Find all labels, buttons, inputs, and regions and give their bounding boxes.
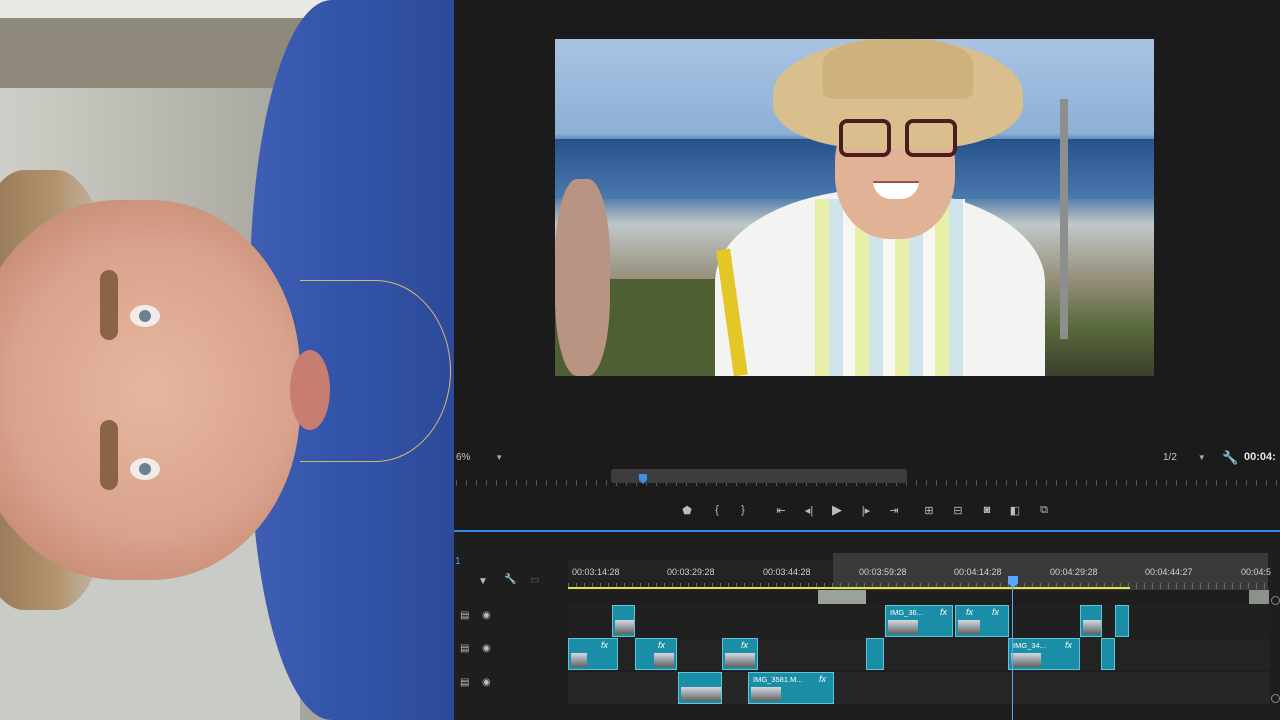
go-to-in-icon[interactable]: ⇤ bbox=[772, 501, 790, 519]
zoom-select[interactable]: 6% ▼ bbox=[456, 452, 503, 463]
timecode-display: 00:04: bbox=[1244, 451, 1276, 463]
fx-badge: fx bbox=[819, 674, 827, 684]
resolution-select[interactable]: 1/2 ▼ bbox=[1163, 452, 1206, 463]
film-icon[interactable]: ▤ bbox=[460, 610, 469, 621]
timecode-label: 00:03:29:28 bbox=[667, 567, 715, 577]
wrench-icon[interactable]: 🔧 bbox=[1222, 450, 1238, 466]
eye bbox=[130, 458, 160, 480]
timecode-label: 00:04:44:27 bbox=[1145, 567, 1193, 577]
step-forward-icon[interactable]: |▸ bbox=[857, 501, 875, 519]
video-glasses-right bbox=[905, 119, 957, 157]
film-icon[interactable]: ▤ bbox=[460, 677, 469, 688]
track-header-v2: ▤ ◉ bbox=[456, 638, 568, 670]
timeline-clip[interactable] bbox=[1080, 605, 1102, 637]
video-pole bbox=[1060, 99, 1068, 339]
timeline-clip[interactable]: IMG_36... fx bbox=[885, 605, 953, 637]
extract-icon[interactable]: ⊟ bbox=[949, 501, 967, 519]
timeline-clip[interactable] bbox=[866, 638, 884, 670]
timecode-label: 00:04:14:28 bbox=[954, 567, 1002, 577]
timecode-label: 00:03:59:28 bbox=[859, 567, 907, 577]
timeline-clip[interactable]: fx bbox=[568, 638, 618, 670]
timeline-playhead[interactable] bbox=[1012, 578, 1013, 720]
go-to-out-icon[interactable]: ⇥ bbox=[885, 501, 903, 519]
fx-badge: fx bbox=[1065, 640, 1073, 650]
timeline-clip[interactable] bbox=[612, 605, 635, 637]
clip-name: IMG_36... bbox=[890, 608, 923, 617]
export-frame-icon[interactable]: ◙ bbox=[978, 501, 996, 519]
timeline-clip[interactable] bbox=[1115, 605, 1129, 637]
webcam-overlay bbox=[0, 0, 454, 720]
program-video-frame bbox=[555, 39, 1154, 376]
track-header-v3: ▤ ◉ bbox=[456, 605, 568, 637]
timeline-clip[interactable] bbox=[1101, 638, 1115, 670]
timeline-clip[interactable]: fx bbox=[722, 638, 758, 670]
video-background-person bbox=[555, 179, 610, 376]
clip-thumb-top[interactable] bbox=[1249, 590, 1269, 604]
fx-badge: fx bbox=[741, 640, 749, 650]
clip-name: IMG_34... bbox=[1013, 641, 1046, 650]
clip-thumb-top[interactable] bbox=[818, 590, 866, 604]
brow bbox=[100, 420, 118, 490]
eye-icon[interactable]: ◉ bbox=[482, 643, 491, 654]
brow bbox=[100, 270, 118, 340]
marker-icon[interactable]: ▼ bbox=[478, 576, 488, 587]
scroll-handle-icon[interactable] bbox=[1271, 596, 1280, 605]
fx-badge: fx bbox=[940, 607, 948, 617]
work-area-bar[interactable] bbox=[568, 587, 1130, 589]
marker-icon[interactable]: ⬟ bbox=[678, 501, 696, 519]
sequence-tab[interactable]: 1 bbox=[455, 556, 461, 567]
clip-name: IMG_3581.M... bbox=[753, 675, 803, 684]
wrench-icon[interactable]: 🔧 bbox=[504, 574, 516, 585]
play-icon[interactable]: ▶ bbox=[828, 501, 846, 519]
timeline-clip[interactable]: fx fx bbox=[955, 605, 1009, 637]
necklace bbox=[300, 280, 451, 462]
eye-icon[interactable]: ◉ bbox=[482, 610, 491, 621]
timecode-label: 00:03:14:28 bbox=[572, 567, 620, 577]
timecode-label: 00:04:29:28 bbox=[1050, 567, 1098, 577]
track-lane-v1 bbox=[568, 672, 1270, 704]
timeline-clip[interactable]: fx bbox=[635, 638, 677, 670]
timeline-clip[interactable]: IMG_34... fx bbox=[1008, 638, 1080, 670]
timecode-label: 00:03:44:28 bbox=[763, 567, 811, 577]
fx-badge: fx bbox=[601, 640, 609, 650]
face bbox=[0, 200, 300, 580]
resolution-value: 1/2 bbox=[1163, 452, 1177, 463]
zoom-value: 6% bbox=[456, 452, 471, 463]
timeline-vertical-scrollbar[interactable] bbox=[1269, 590, 1280, 710]
scroll-handle-icon[interactable] bbox=[1271, 694, 1280, 703]
fx-badge: fx bbox=[992, 607, 1000, 617]
multicam-icon[interactable]: ⧉ bbox=[1035, 501, 1053, 519]
video-glasses-left bbox=[839, 119, 891, 157]
monitor-zoom-scrollbar[interactable] bbox=[611, 469, 907, 483]
step-back-icon[interactable]: ◂| bbox=[800, 501, 818, 519]
film-icon[interactable]: ▤ bbox=[460, 643, 469, 654]
timeline-clip[interactable]: IMG_3581.M... fx bbox=[748, 672, 834, 704]
track-header-v1: ▤ ◉ bbox=[456, 672, 568, 704]
chevron-down-icon: ▼ bbox=[1197, 453, 1206, 462]
chevron-down-icon: ▼ bbox=[495, 453, 504, 462]
timeline-clip[interactable] bbox=[678, 672, 722, 704]
lift-icon[interactable]: ⊞ bbox=[920, 501, 938, 519]
compare-icon[interactable]: ◧ bbox=[1006, 501, 1024, 519]
mark-in-icon[interactable]: { bbox=[708, 501, 726, 519]
video-hat-crown bbox=[823, 39, 973, 99]
eye bbox=[130, 305, 160, 327]
mark-out-icon[interactable]: } bbox=[734, 501, 752, 519]
eye-icon[interactable]: ◉ bbox=[482, 677, 491, 688]
fx-badge: fx bbox=[658, 640, 666, 650]
fx-badge: fx bbox=[966, 607, 974, 617]
captions-icon[interactable]: ▭ bbox=[530, 575, 539, 586]
timecode-label: 00:04:5 bbox=[1241, 567, 1272, 577]
